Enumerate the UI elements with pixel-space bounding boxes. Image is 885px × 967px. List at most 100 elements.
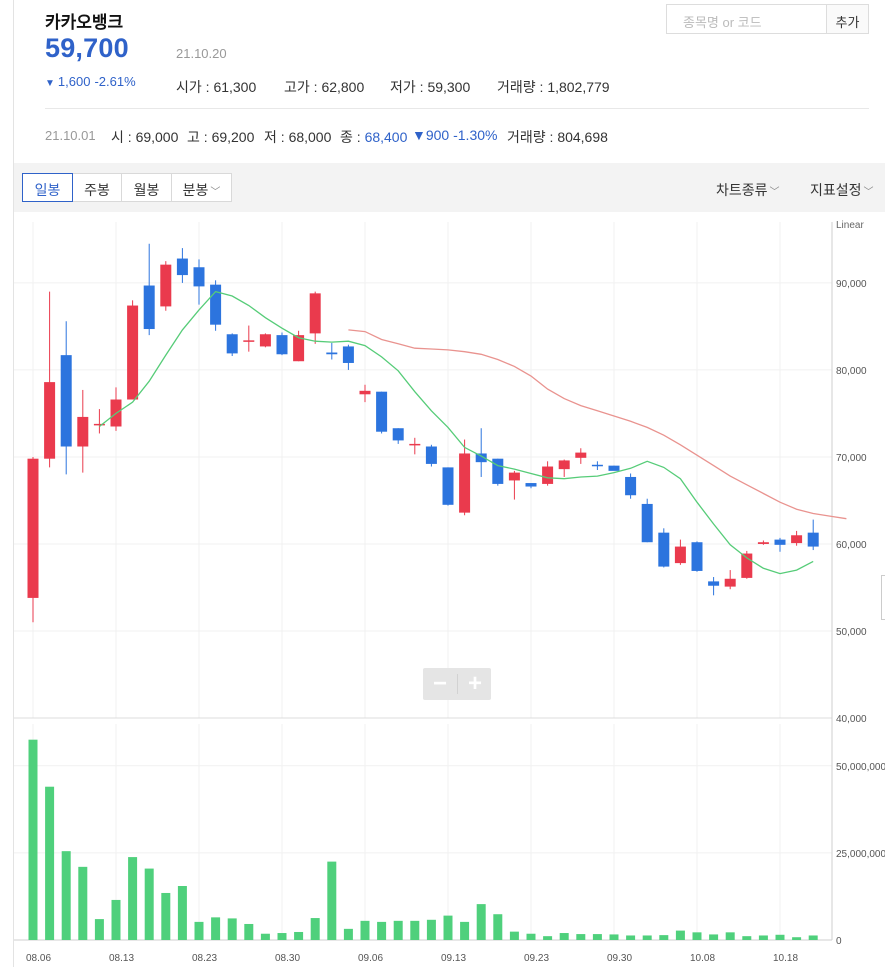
add-button[interactable]: 추가 (826, 4, 869, 34)
candle-body (143, 285, 155, 330)
candle-body (575, 452, 587, 458)
low-stat: 저가 : 59,300 (390, 77, 470, 97)
candle (110, 387, 122, 431)
volume-bar (460, 921, 470, 940)
volume-bar (659, 935, 669, 940)
prev-high: 고 : 69,200 (187, 127, 254, 147)
volume-bar (709, 934, 719, 940)
candle-body (791, 535, 803, 544)
prev-date: 21.10.01 (45, 128, 96, 143)
tab-minute[interactable]: 분봉 ﹀ (171, 173, 232, 202)
candle-body (674, 546, 686, 564)
zoom-in-button[interactable]: + (458, 670, 492, 698)
candle (625, 473, 637, 499)
candle (807, 519, 819, 551)
candle-body (276, 335, 288, 355)
low-label: 저가 : (390, 79, 428, 95)
volume-bars (28, 739, 818, 940)
search-input[interactable]: 종목명 or 코드 (666, 4, 826, 34)
volume-bar (609, 934, 619, 940)
tab-minute-label: 분봉 (182, 182, 209, 198)
date-tick-label: 08.06 (26, 953, 51, 964)
volume-bar (410, 920, 420, 940)
zoom-control: − + (423, 668, 491, 700)
prev-open: 시 : 69,000 (111, 127, 178, 147)
candle-body (127, 305, 139, 400)
prev-volume-label: 거래량 : (507, 129, 558, 145)
volume-bar (808, 935, 818, 940)
candle (575, 448, 587, 464)
tab-weekly[interactable]: 주봉 (72, 173, 122, 202)
volume-bar (775, 934, 785, 940)
candle-body (757, 542, 769, 544)
candle-body (160, 264, 172, 307)
quote-date: 21.10.20 (176, 46, 227, 61)
candle (542, 461, 554, 486)
tab-monthly[interactable]: 월봉 (121, 173, 172, 202)
date-tick-label: 10.18 (773, 953, 798, 964)
candle (641, 498, 653, 543)
chevron-down-icon: ﹀ (863, 187, 874, 198)
prev-volume-value: 804,698 (557, 129, 608, 145)
candle-body (641, 503, 653, 543)
candle (425, 444, 437, 467)
candle-body (210, 284, 222, 325)
date-tick-label: 08.30 (275, 953, 300, 964)
candle (376, 391, 388, 434)
volume-bar (310, 918, 320, 940)
candle (475, 428, 487, 477)
volume-bar (758, 935, 768, 940)
volume-label: 거래량 : (497, 79, 548, 95)
candle-body (359, 390, 371, 395)
price-change: ▼ 1,600 -2.61% (45, 74, 136, 89)
candle (558, 459, 570, 477)
prev-change: ▼900 -1.30% (412, 127, 497, 143)
zoom-out-button[interactable]: − (423, 670, 457, 698)
date-tick-label: 10.08 (690, 953, 715, 964)
candle (309, 291, 321, 344)
candle (591, 461, 603, 470)
candle-body (459, 453, 471, 513)
volume-bar (161, 892, 171, 940)
side-panel-handle[interactable] (881, 575, 885, 620)
tab-daily[interactable]: 일봉 (22, 173, 73, 202)
prev-high-value: 69,200 (211, 129, 255, 145)
price-tick-label: 60,000 (836, 540, 867, 551)
chart-type-label: 차트종류 (716, 182, 768, 198)
date-tick-label: 08.13 (109, 953, 134, 964)
prev-high-label: 고 : (187, 129, 212, 145)
candle (160, 261, 172, 311)
candle (708, 577, 720, 596)
candle-body (326, 352, 338, 355)
volume-bar (45, 786, 55, 940)
date-tick-label: 09.06 (358, 953, 383, 964)
prev-down-triangle-icon: ▼ (412, 127, 426, 143)
volume-bar (642, 935, 652, 940)
stock-chart[interactable]: Linear 90,000 80,000 70,000 60,000 50,000 40,0… (0, 212, 885, 967)
candle-body (708, 581, 720, 586)
chevron-down-icon: ﹀ (769, 187, 780, 198)
volume-bar (244, 923, 254, 940)
candle-body (409, 443, 421, 446)
candle-body (658, 532, 670, 567)
divider (45, 108, 869, 109)
volume-bar (94, 919, 104, 940)
volume-bar (592, 934, 602, 940)
volume-tick-label: 25,000,000 (836, 849, 885, 860)
candle (724, 570, 736, 590)
volume-stat: 거래량 : 1,802,779 (497, 77, 610, 97)
volume-bar (377, 921, 387, 940)
volume-bar (177, 886, 187, 940)
price-tick-label: 90,000 (836, 279, 867, 290)
volume-bar (493, 914, 503, 940)
volume-bar (111, 899, 121, 940)
volume-value: 1,802,779 (547, 79, 610, 95)
candle-body (176, 258, 188, 276)
indicator-dropdown[interactable]: 지표설정 ﹀ (810, 180, 874, 200)
chart-type-dropdown[interactable]: 차트종류 ﹀ (716, 180, 780, 200)
prev-close: 종 : 68,400 (340, 127, 407, 147)
candle (210, 280, 222, 331)
stock-name: 카카오뱅크 (45, 13, 124, 32)
candle-body (27, 458, 39, 598)
candle (193, 259, 205, 305)
